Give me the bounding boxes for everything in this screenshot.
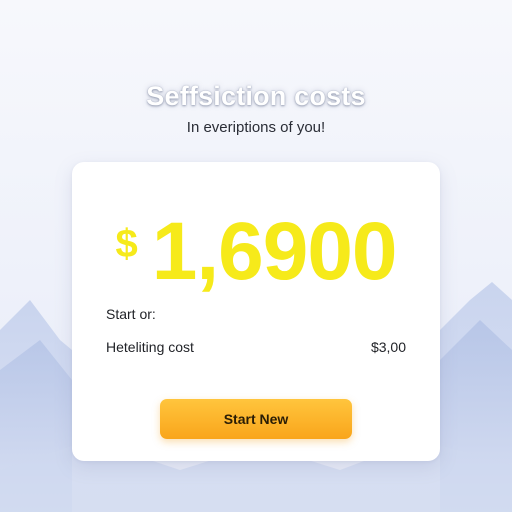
start-label: Start or:	[106, 306, 156, 322]
cost-card: $1,6900 Start or: Heteliting cost $3,00 …	[72, 162, 440, 461]
start-new-button[interactable]: Start New	[160, 399, 352, 439]
total-amount: $1,6900	[72, 210, 440, 294]
amount-value: 1,6900	[151, 206, 398, 297]
page-subtitle: In everiptions of you!	[186, 119, 326, 136]
header: Seffsiction costs In everiptions of you!	[0, 78, 512, 138]
cost-row-label: Heteliting cost	[106, 339, 194, 355]
cost-row: Heteliting cost $3,00	[106, 339, 406, 355]
cost-row-value: $3,00	[370, 339, 406, 355]
page-title: Seffsiction costs	[146, 81, 366, 111]
currency-symbol: $	[115, 222, 138, 266]
